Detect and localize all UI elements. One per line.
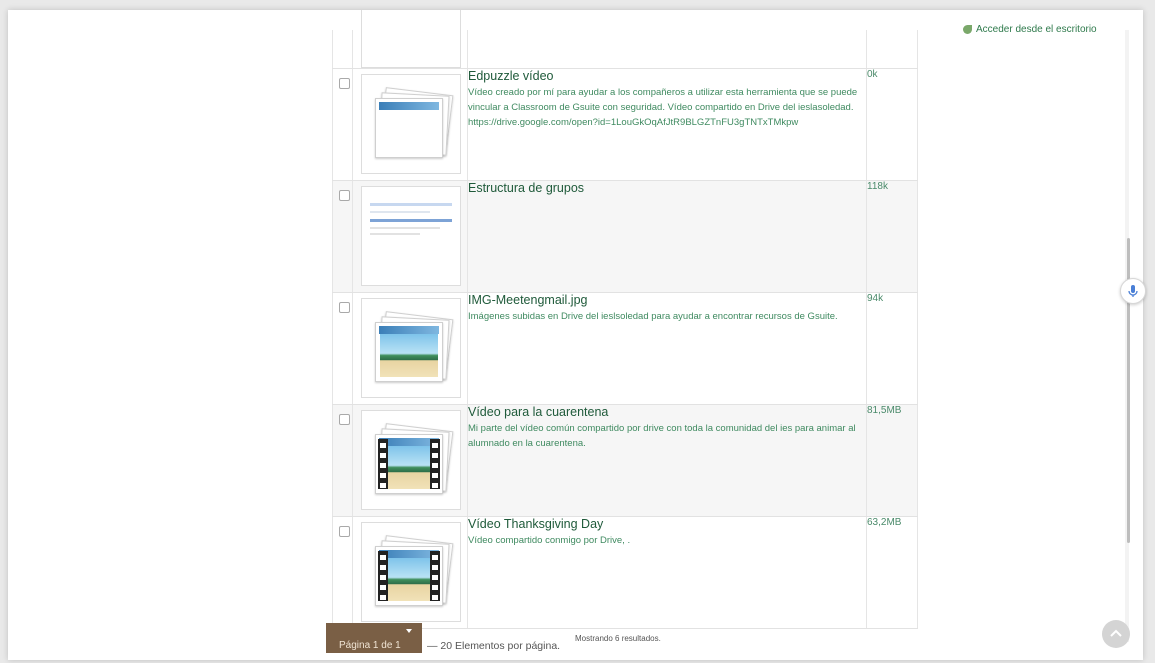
file-thumbnail[interactable] <box>361 410 461 510</box>
image-file-icon <box>372 309 454 389</box>
screenshot-preview <box>370 203 452 253</box>
file-thumbnail[interactable] <box>361 298 461 398</box>
row-checkbox[interactable] <box>339 526 350 537</box>
file-size: 81,5MB <box>866 404 918 517</box>
file-list: Edpuzzle vídeo Vídeo creado por mí para … <box>332 10 918 629</box>
results-count: Mostrando 6 resultados. <box>575 634 661 643</box>
items-per-page[interactable]: — 20 Elementos por página. <box>427 640 560 652</box>
row-checkbox[interactable] <box>339 78 350 89</box>
scroll-to-top-button[interactable] <box>1102 620 1130 648</box>
caret-down-icon <box>406 629 412 633</box>
file-size: 0k <box>866 68 918 181</box>
table-row: Vídeo Thanksgiving Day Vídeo compartido … <box>332 516 918 629</box>
file-thumbnail[interactable] <box>361 10 461 68</box>
leaf-icon <box>963 24 972 34</box>
row-checkbox[interactable] <box>339 190 350 201</box>
desktop-access-link[interactable]: Acceder desde el escritorio <box>963 24 1097 35</box>
file-title[interactable]: Edpuzzle vídeo <box>468 69 866 83</box>
table-row: Vídeo para la cuarentena Mi parte del ví… <box>332 404 918 517</box>
table-row: Edpuzzle vídeo Vídeo creado por mí para … <box>332 68 918 181</box>
file-description: Vídeo creado por mí para ayudar a los co… <box>468 87 858 128</box>
table-row: Estructura de grupos 118k <box>332 180 918 293</box>
row-checkbox[interactable] <box>339 302 350 313</box>
file-title[interactable]: IMG-Meetengmail.jpg <box>468 293 866 307</box>
table-row <box>332 10 918 69</box>
file-thumbnail[interactable] <box>361 74 461 174</box>
microphone-icon[interactable] <box>1120 278 1146 304</box>
image-file-icon <box>372 85 454 165</box>
file-title[interactable]: Vídeo Thanksgiving Day <box>468 517 866 531</box>
chevron-up-icon <box>1110 629 1122 637</box>
pagination-bar: Página 1 de 1 — 20 Elementos por página.… <box>326 623 916 653</box>
file-size: 94k <box>866 292 918 405</box>
file-size: 118k <box>866 180 918 293</box>
row-checkbox[interactable] <box>339 414 350 425</box>
file-title[interactable]: Estructura de grupos <box>468 181 866 195</box>
video-file-icon <box>372 421 454 501</box>
video-file-icon <box>372 533 454 613</box>
file-thumbnail[interactable] <box>361 186 461 286</box>
browser-page: Acceder desde el escritorio Edpuzzle víd… <box>8 10 1143 660</box>
file-description: Imágenes subidas en Drive del ieslsoleda… <box>468 311 838 322</box>
file-description: Vídeo compartido conmigo por Drive, . <box>468 535 631 546</box>
file-size: 63,2MB <box>866 516 918 629</box>
file-description: Mi parte del vídeo común compartido por … <box>468 423 856 449</box>
page-select-button[interactable]: Página 1 de 1 <box>326 623 422 653</box>
file-title[interactable]: Vídeo para la cuarentena <box>468 405 866 419</box>
table-row: IMG-Meetengmail.jpg Imágenes subidas en … <box>332 292 918 405</box>
file-thumbnail[interactable] <box>361 522 461 622</box>
